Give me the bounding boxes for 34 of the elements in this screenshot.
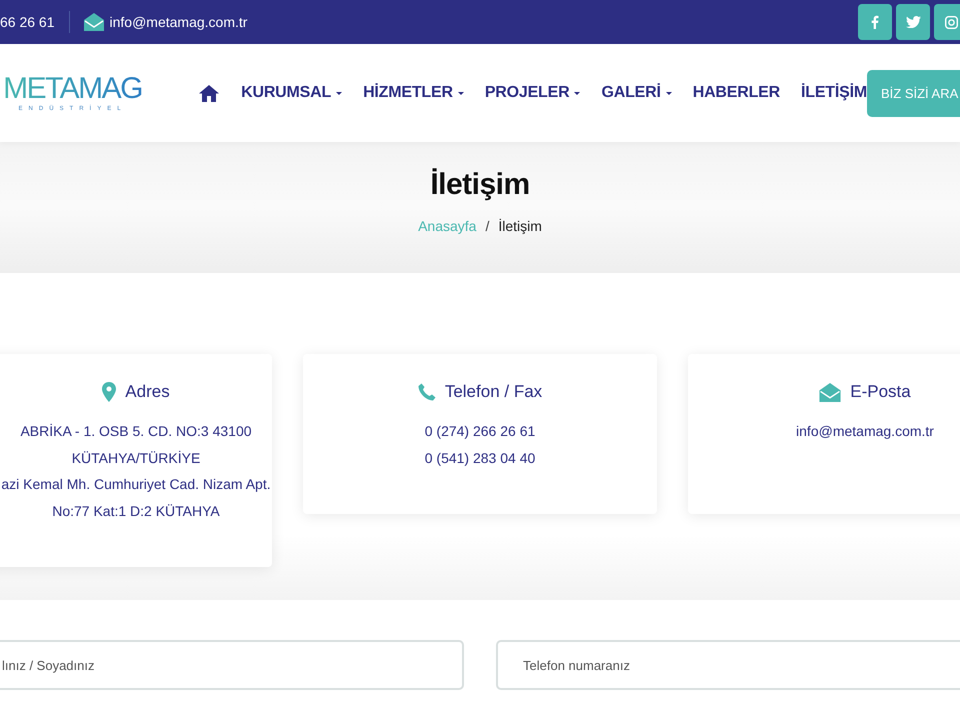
envelope-icon (84, 13, 104, 31)
card-title: Adres (125, 382, 170, 402)
page-title: İletişim (430, 168, 530, 202)
instagram-icon (945, 16, 958, 28)
card-title: E-Posta (850, 382, 911, 402)
facebook-button[interactable] (858, 4, 892, 40)
address-line: No:77 Kat:1 D:2 KÜTAHYA (52, 502, 220, 520)
phone-icon (418, 383, 436, 401)
nav-link[interactable]: PROJELER (484, 84, 580, 102)
email-link[interactable]: info@metamag.com.tr (110, 14, 248, 30)
breadcrumb-separator: / (485, 218, 490, 234)
nav-link[interactable]: İLETİŞİM (801, 84, 867, 102)
card-title: Telefon / Fax (444, 382, 542, 402)
envelope-icon (819, 382, 842, 402)
phone-number: 66 26 61 (0, 14, 54, 30)
nav-link[interactable]: KURUMSAL (241, 84, 342, 102)
twitter-button[interactable] (896, 4, 930, 40)
address-line: azi Kemal Mh. Cumhuriyet Cad. Nizam Apt. (1, 475, 271, 494)
instagram-button[interactable] (934, 4, 960, 40)
address-line: KÜTAHYA/TÜRKİYE (72, 448, 200, 468)
email-link[interactable]: info@metamag.com.tr (796, 418, 934, 444)
map-pin-icon (102, 382, 116, 402)
phone-number[interactable]: 0 (274) 266 26 61 (424, 418, 536, 444)
address-line: ABRİKA - 1. OSB 5. CD. NO:3 43100 (20, 422, 252, 441)
facebook-icon (871, 15, 879, 29)
home-icon[interactable] (199, 84, 220, 102)
nav-link[interactable]: GALERİ (601, 84, 672, 102)
text-input-field[interactable]: Telefon numaranız (496, 640, 960, 690)
breadcrumb-current: İletişim (498, 218, 542, 234)
nav-link[interactable]: HİZMETLER (363, 84, 464, 102)
phone-number[interactable]: 0 (541) 283 04 40 (424, 444, 536, 471)
nav-link[interactable]: HABERLER (692, 84, 780, 102)
bird-icon (906, 16, 920, 28)
text-input-field[interactable]: lınız / Soyadınız (0, 640, 464, 690)
